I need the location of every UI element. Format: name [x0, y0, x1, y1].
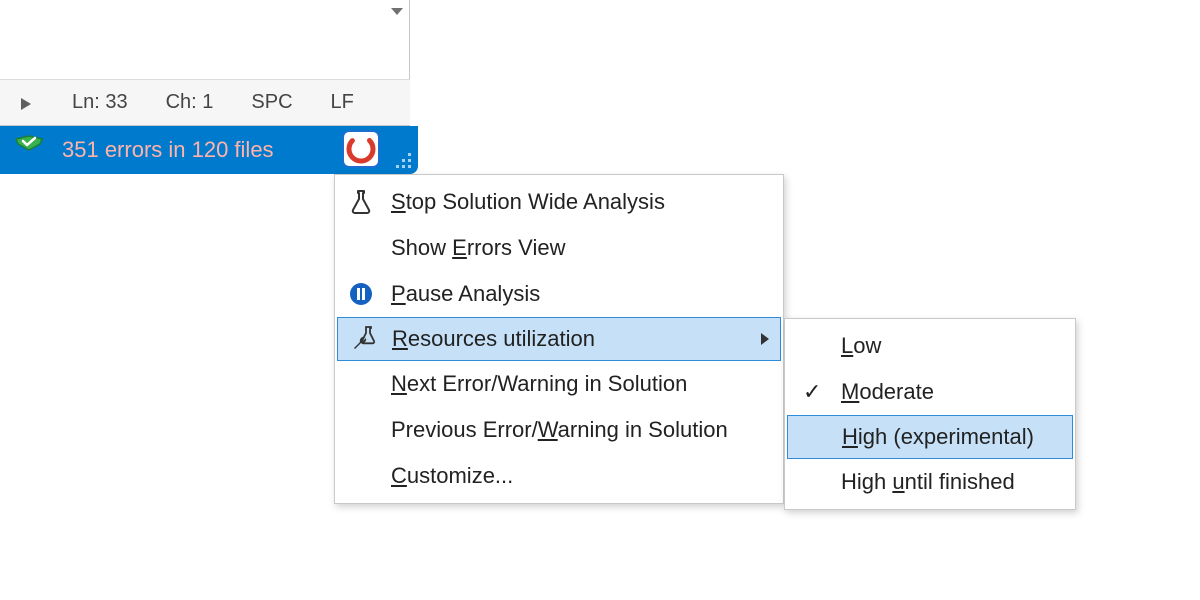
submenu-arrow-icon	[760, 326, 770, 352]
check-icon: ✓	[803, 379, 821, 405]
menu-item-label: Customize...	[391, 463, 513, 489]
editor-panel-fragment: Ln: 33 Ch: 1 SPC LF	[0, 0, 410, 126]
flask-icon	[347, 188, 375, 216]
status-line-ending: LF	[331, 91, 354, 114]
resize-grip-icon[interactable]	[396, 153, 414, 171]
status-column: Ch: 1	[166, 91, 214, 114]
pause-icon	[347, 280, 375, 308]
solution-analysis-icon[interactable]	[342, 130, 380, 168]
dropdown-chevron-icon[interactable]	[390, 4, 404, 18]
shield-check-icon[interactable]	[14, 135, 44, 165]
menu-item-label: Stop Solution Wide Analysis	[391, 189, 665, 215]
ide-status-bar: 351 errors in 120 files	[0, 126, 418, 174]
menu-next-error[interactable]: Next Error/Warning in Solution	[335, 361, 783, 407]
flask-wrench-icon	[350, 325, 378, 353]
submenu-high[interactable]: High (experimental)	[787, 415, 1073, 459]
menu-stop-analysis[interactable]: Stop Solution Wide Analysis	[335, 179, 783, 225]
menu-item-label: Previous Error/Warning in Solution	[391, 417, 728, 443]
editor-body	[8, 0, 388, 78]
menu-item-label: Show Errors View	[391, 235, 565, 261]
menu-item-label: Moderate	[841, 379, 934, 405]
menu-show-errors-view[interactable]: Show Errors View	[335, 225, 783, 271]
errors-summary[interactable]: 351 errors in 120 files	[62, 137, 274, 163]
play-icon[interactable]	[18, 95, 34, 111]
menu-item-label: High (experimental)	[842, 424, 1034, 450]
editor-status-bar: Ln: 33 Ch: 1 SPC LF	[0, 79, 410, 125]
menu-item-label: Next Error/Warning in Solution	[391, 371, 687, 397]
menu-resources-utilization[interactable]: Resources utilization	[337, 317, 781, 361]
submenu-low[interactable]: Low	[785, 323, 1075, 369]
menu-item-label: Pause Analysis	[391, 281, 540, 307]
solution-analysis-context-menu: Stop Solution Wide Analysis Show Errors …	[334, 174, 784, 504]
resources-utilization-submenu: Low ✓ Moderate High (experimental) High …	[784, 318, 1076, 510]
menu-item-label: Resources utilization	[392, 326, 595, 352]
menu-pause-analysis[interactable]: Pause Analysis	[335, 271, 783, 317]
status-line: Ln: 33	[72, 91, 128, 114]
menu-customize[interactable]: Customize...	[335, 453, 783, 499]
submenu-high-until-finished[interactable]: High until finished	[785, 459, 1075, 505]
menu-previous-error[interactable]: Previous Error/Warning in Solution	[335, 407, 783, 453]
menu-item-label: Low	[841, 333, 881, 359]
submenu-moderate[interactable]: ✓ Moderate	[785, 369, 1075, 415]
menu-item-label: High until finished	[841, 469, 1015, 495]
status-indent: SPC	[251, 91, 292, 114]
